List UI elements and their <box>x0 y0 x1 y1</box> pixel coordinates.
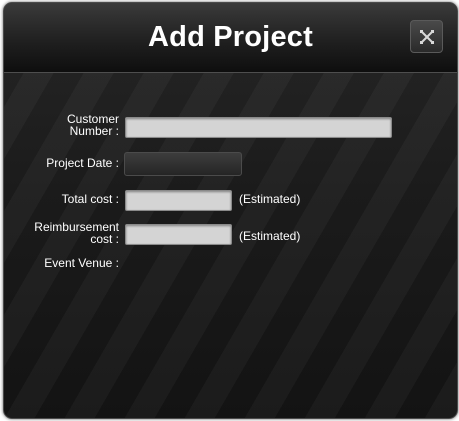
total-cost-note: (Estimated) <box>239 192 301 206</box>
project-date-picker[interactable] <box>124 152 242 176</box>
customer-number-input[interactable] <box>125 117 392 138</box>
project-date-label: Project Date : <box>46 156 119 170</box>
close-button[interactable] <box>410 20 443 53</box>
total-cost-input[interactable] <box>125 190 232 211</box>
customer-number-label-line2: Number : <box>69 124 119 138</box>
reimbursement-cost-input[interactable] <box>125 224 232 245</box>
add-project-dialog: Add Project Customer Number : Project Da… <box>3 2 458 419</box>
reimbursement-cost-label: Reimbursement cost : <box>19 221 119 245</box>
dialog-titlebar: Add Project <box>4 3 457 73</box>
dialog-title: Add Project <box>148 21 313 53</box>
total-cost-label: Total cost : <box>61 192 119 206</box>
reimbursement-cost-note: (Estimated) <box>239 229 301 243</box>
event-venue-label: Event Venue : <box>44 256 119 270</box>
reimbursement-cost-label-line2: cost : <box>90 232 119 246</box>
customer-number-label: Customer Number : <box>19 113 119 137</box>
close-x-icon <box>419 29 434 44</box>
